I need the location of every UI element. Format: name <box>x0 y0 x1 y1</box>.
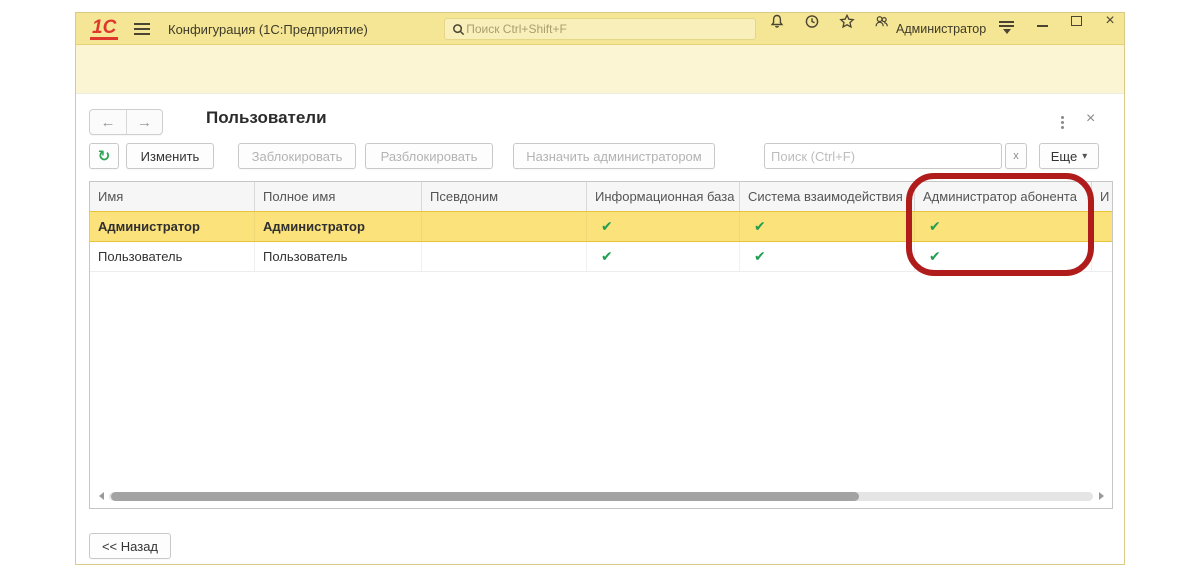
search-clear-button[interactable]: x <box>1005 143 1027 169</box>
chevron-down-icon: ▾ <box>1082 150 1088 162</box>
unlock-button[interactable]: Разблокировать <box>365 143 493 169</box>
page-title: Пользователи <box>206 108 327 127</box>
nav-history-group: ← → <box>89 109 163 135</box>
history-clock-icon[interactable] <box>804 13 820 29</box>
table-search-input[interactable] <box>771 148 995 164</box>
cell-text: Пользователь <box>255 242 422 271</box>
cell-text <box>422 242 587 271</box>
scroll-left-arrow[interactable] <box>96 491 106 501</box>
form-close-icon[interactable]: × <box>1086 110 1095 128</box>
checkmark-icon: ✔ <box>754 248 766 264</box>
cell-flag: ✔ <box>915 242 1092 271</box>
table-row[interactable]: Администратор Администратор ✔ ✔ ✔ <box>90 211 1112 242</box>
scrollbar-track[interactable] <box>109 491 1093 501</box>
cell-spacer <box>1092 212 1112 241</box>
column-header-3[interactable]: Информационная база <box>587 182 740 211</box>
cell-flag: ✔ <box>587 212 740 241</box>
hamburger-menu-icon[interactable] <box>134 13 150 45</box>
favorites-star-icon[interactable] <box>839 13 855 29</box>
users-table: Имя Полное имя Псевдоним Информационная баз… <box>89 181 1113 509</box>
table-header: Имя Полное имя Псевдоним Информационная баз… <box>90 182 1112 212</box>
column-header-4[interactable]: Система взаимодействия <box>740 182 915 211</box>
window-close-button[interactable]: × <box>1102 13 1118 29</box>
scroll-right-arrow[interactable] <box>1096 491 1106 501</box>
back-button[interactable]: << Назад <box>89 533 171 559</box>
horizontal-scrollbar[interactable] <box>96 489 1106 503</box>
cell-text: Администратор <box>255 212 422 241</box>
table-search-field[interactable] <box>764 143 1002 169</box>
table-body: Администратор Администратор ✔ ✔ ✔ Пользовател… <box>90 211 1112 272</box>
forward-nav-button[interactable]: → <box>126 110 162 134</box>
minimize-button[interactable] <box>1034 13 1050 29</box>
checkmark-icon: ✔ <box>929 218 941 234</box>
cell-spacer <box>1092 242 1112 271</box>
screen: 1С Конфигурация (1С:Предприятие) Поиск C… <box>0 0 1200 583</box>
table-row[interactable]: Пользователь Пользователь ✔ ✔ ✔ <box>90 242 1112 272</box>
more-label: Еще <box>1050 148 1078 164</box>
connection-speed-icon[interactable] <box>999 21 1014 37</box>
users-icon[interactable] <box>874 13 890 29</box>
global-search[interactable] <box>444 18 756 40</box>
form-menu-kebab-icon[interactable] <box>1054 113 1070 131</box>
checkmark-icon: ✔ <box>601 218 613 234</box>
cell-flag: ✔ <box>740 242 915 271</box>
search-icon <box>451 21 466 37</box>
more-button[interactable]: Еще ▾ <box>1039 143 1099 169</box>
back-nav-button[interactable]: ← <box>90 110 126 134</box>
column-header-1[interactable]: Полное имя <box>255 182 422 211</box>
notifications-bell-icon[interactable] <box>769 13 785 29</box>
app-window: 1С Конфигурация (1С:Предприятие) Поиск C… <box>75 12 1125 565</box>
scrollbar-thumb[interactable] <box>111 491 859 501</box>
function-panel <box>76 45 1124 94</box>
checkmark-icon: ✔ <box>754 218 766 234</box>
app-title: Конфигурация (1С:Предприятие) <box>168 21 368 37</box>
cell-flag: ✔ <box>587 242 740 271</box>
edit-button[interactable]: Изменить <box>126 143 214 169</box>
checkmark-icon: ✔ <box>601 248 613 264</box>
cell-flag: ✔ <box>740 212 915 241</box>
cell-text <box>422 212 587 241</box>
1c-logo: 1С <box>90 17 119 40</box>
column-header-6[interactable]: И <box>1092 182 1112 211</box>
column-header-2[interactable]: Псевдоним <box>422 182 587 211</box>
lock-button[interactable]: Заблокировать <box>238 143 356 169</box>
column-header-0[interactable]: Имя <box>90 182 255 211</box>
global-search-input[interactable] <box>466 22 749 36</box>
maximize-button[interactable] <box>1068 13 1084 29</box>
column-header-5[interactable]: Администратор абонента <box>915 182 1092 211</box>
assign-admin-button[interactable]: Назначить администратором <box>513 143 715 169</box>
cell-text: Администратор <box>90 212 255 241</box>
titlebar: 1С Конфигурация (1С:Предприятие) Поиск C… <box>76 13 1124 45</box>
current-user[interactable]: Администратор <box>896 13 986 45</box>
refresh-button[interactable]: ↻ <box>89 143 119 169</box>
checkmark-icon: ✔ <box>929 248 941 264</box>
cell-flag: ✔ <box>915 212 1092 241</box>
cell-text: Пользователь <box>90 242 255 271</box>
